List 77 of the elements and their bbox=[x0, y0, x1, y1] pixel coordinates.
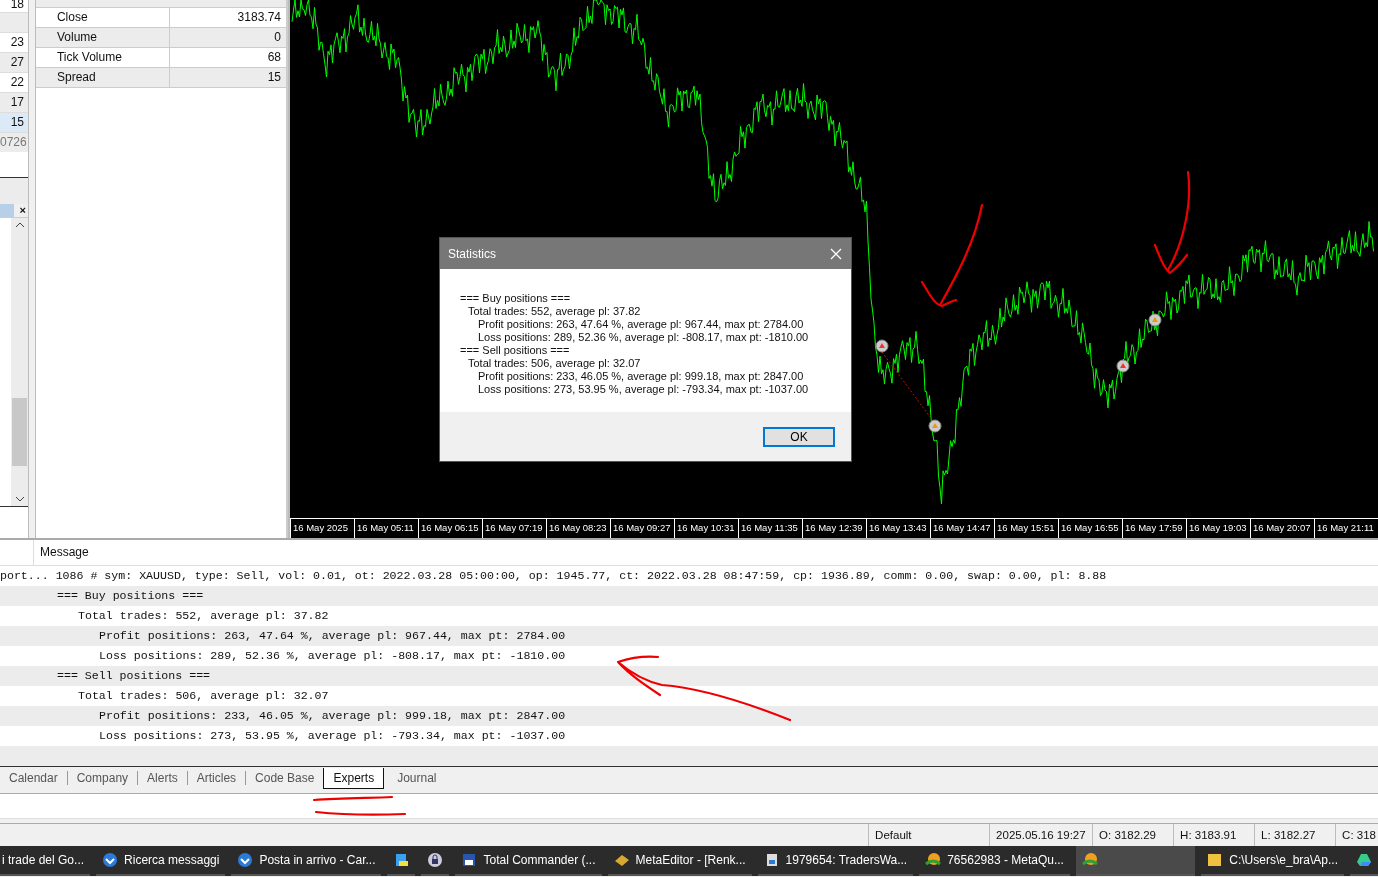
axis-label: 16 May 16:55 bbox=[1058, 519, 1122, 538]
tab[interactable]: Articles bbox=[187, 771, 247, 785]
axis-label: 16 May 2025 bbox=[290, 519, 354, 538]
taskbar-button[interactable]: Posta in arrivo - Car... bbox=[231, 846, 382, 876]
taskbar-button[interactable]: Ricerca messaggi bbox=[96, 846, 226, 876]
row-value: 68 bbox=[266, 49, 282, 66]
dialog-title: Statistics bbox=[448, 246, 496, 261]
dialog-text-line: Profit positions: 233, 46.05 %, average pl: 999.18, max pt: 2847.00 bbox=[477, 370, 804, 383]
caret-down-icon[interactable] bbox=[14, 496, 25, 502]
axis-label: 16 May 14:47 bbox=[930, 519, 994, 538]
trade-line bbox=[881, 351, 934, 422]
trade-marker-icon[interactable] bbox=[1148, 313, 1162, 327]
row-label: Close bbox=[35, 8, 170, 27]
dialog-text-line: === Buy positions === bbox=[460, 292, 571, 305]
axis-label: 16 May 07:19 bbox=[482, 519, 546, 538]
tab[interactable]: Experts bbox=[323, 767, 385, 789]
table-cell[interactable]: 17 bbox=[0, 93, 28, 113]
taskbar-button[interactable]: C:\Users\e_bra\Ap... bbox=[1201, 846, 1344, 876]
axis-label: 16 May 10:31 bbox=[674, 519, 738, 538]
axis-label: 16 May 08:23 bbox=[546, 519, 610, 538]
tab[interactable]: Journal bbox=[388, 771, 446, 785]
dialog-text-line: Profit positions: 263, 47.64 %, average pl: 967.44, max pt: 2784.00 bbox=[477, 318, 804, 331]
column-header[interactable]: Message bbox=[34, 540, 89, 565]
table-cell[interactable]: 0726 bbox=[0, 133, 28, 152]
log-message: Profit positions: 233, 46.05 %, average pl: 999.18, max pt: 2847.00 bbox=[0, 706, 1378, 726]
axis-label: 16 May 19:03 bbox=[1186, 519, 1250, 538]
trade-marker-icon[interactable] bbox=[875, 339, 889, 353]
round-app-icon[interactable] bbox=[102, 852, 119, 868]
dialog-text-line: Total trades: 552, average pl: 37.82 bbox=[467, 305, 641, 318]
diamond-app-icon[interactable] bbox=[613, 852, 630, 868]
round-app-icon[interactable] bbox=[237, 852, 254, 868]
row-label: Volume bbox=[35, 28, 170, 47]
trade-marker-icon[interactable] bbox=[928, 419, 942, 433]
lock-icon[interactable] bbox=[427, 852, 444, 868]
caret-up-icon[interactable] bbox=[14, 222, 25, 228]
trade-marker-icon[interactable] bbox=[1116, 359, 1130, 373]
dialog-text-line: Total trades: 506, average pl: 32.07 bbox=[467, 357, 641, 370]
folder-icon[interactable] bbox=[1207, 852, 1224, 868]
axis-label: 16 May 09:27 bbox=[610, 519, 674, 538]
ok-button[interactable]: OK bbox=[763, 426, 835, 447]
row-value: 15 bbox=[266, 69, 282, 86]
axis-label: 16 May 20:07 bbox=[1250, 519, 1314, 538]
row-value: 3183.74 bbox=[236, 9, 282, 26]
tab[interactable]: Alerts bbox=[138, 771, 188, 785]
axis-label: 16 May 12:39 bbox=[802, 519, 866, 538]
taskbar-button[interactable]: 1979654: TradersWa... bbox=[757, 846, 914, 876]
row-label: Spread bbox=[35, 68, 170, 87]
row-label: Tick Volume bbox=[35, 48, 170, 67]
table-cell[interactable]: 15 bbox=[0, 113, 28, 133]
tab[interactable]: Code Base bbox=[246, 771, 324, 785]
axis-label: 16 May 06:15 bbox=[418, 519, 482, 538]
taskbar-button[interactable]: MetaEditor - [Renk... bbox=[607, 846, 752, 876]
log-message: Profit positions: 263, 47.64 %, average pl: 967.44, max pt: 2784.00 bbox=[0, 626, 1378, 646]
taskbar-button[interactable]: i trade del Go... bbox=[0, 846, 91, 876]
axis-label: 16 May 05:11 bbox=[354, 519, 418, 538]
row-value: 0 bbox=[273, 29, 282, 46]
taskbar-button[interactable]: 76562983 - MetaQu... bbox=[919, 846, 1070, 876]
axis-label: 16 May 17:59 bbox=[1122, 519, 1186, 538]
scrollbar[interactable] bbox=[11, 218, 28, 506]
selection-bar bbox=[0, 204, 14, 217]
scrollbar-thumb[interactable] bbox=[12, 398, 27, 466]
table-cell[interactable]: 27 bbox=[0, 53, 28, 73]
close-icon[interactable] bbox=[830, 247, 842, 260]
axis-label: 16 May 11:35 bbox=[738, 519, 802, 538]
log-message: === Sell positions === bbox=[0, 666, 1378, 686]
axis-label: 16 May 15:51 bbox=[994, 519, 1058, 538]
taskbar-button[interactable]: Total Commander (... bbox=[455, 846, 602, 876]
table-row bbox=[0, 13, 28, 33]
note-icon[interactable] bbox=[393, 852, 410, 868]
tab[interactable]: Company bbox=[67, 771, 139, 785]
tab[interactable]: Calendar bbox=[0, 771, 68, 785]
axis-label: 16 May 21:11 bbox=[1314, 519, 1378, 538]
axis-label: 16 May 13:43 bbox=[866, 519, 930, 538]
dialog-text-line: === Sell positions === bbox=[460, 344, 570, 357]
log-message: === Buy positions === bbox=[0, 586, 1378, 606]
dialog-text-line: Loss positions: 289, 52.36 %, average pl: -808.17, max pt: -1810.00 bbox=[477, 331, 809, 344]
dialog-text-line: Loss positions: 273, 53.95 %, average pl: -793.34, max pt: -1037.00 bbox=[477, 383, 809, 396]
